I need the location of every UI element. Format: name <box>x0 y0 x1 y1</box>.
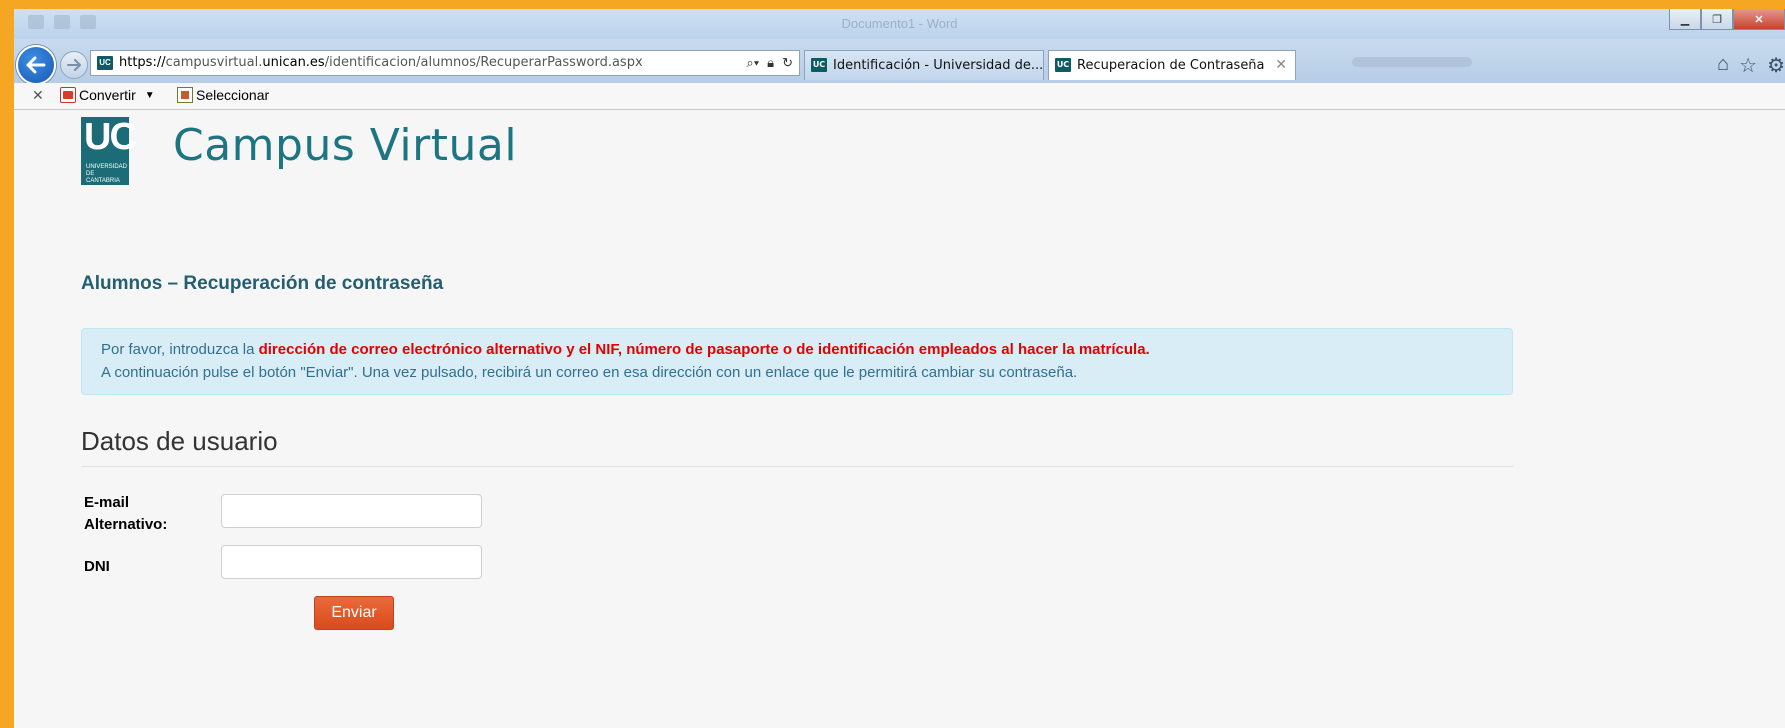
alert-line1-emphasis: dirección de correo electrónico alternat… <box>258 341 1150 358</box>
restore-button[interactable]: ❐ <box>1701 9 1733 30</box>
seleccionar-button[interactable]: Seleccionar <box>177 87 269 103</box>
submit-button[interactable]: Enviar <box>314 596 394 630</box>
tab-favicon-icon: UC <box>1055 58 1071 72</box>
dni-label: DNI <box>84 558 110 575</box>
minimize-icon: ▁ <box>1680 13 1690 26</box>
forward-arrow-icon <box>67 59 81 71</box>
window-title: Documento1 - Word <box>841 16 958 31</box>
tab-label: Recuperacion de Contraseña <box>1077 58 1265 73</box>
convertir-menu[interactable]: Convertir ▼ <box>60 87 155 103</box>
tab-favicon-icon: UC <box>811 58 827 72</box>
email-label: E-mail Alternativo: <box>84 494 168 533</box>
alert-line1: Por favor, introduzca la dirección de co… <box>101 338 1493 361</box>
form-heading: Datos de usuario <box>81 426 278 456</box>
email-field[interactable] <box>221 494 482 528</box>
url-subdomain: campusvirtual. <box>165 55 263 70</box>
dni-field[interactable] <box>221 545 482 579</box>
close-window-button[interactable]: ✕ <box>1733 9 1785 30</box>
browser-window: Documento1 - Word ▁ ❐ ✕ UC https://campu… <box>14 9 1785 728</box>
alert-line1-prefix: Por favor, introduzca la <box>101 341 259 358</box>
site-title[interactable]: Campus Virtual <box>173 120 517 171</box>
logo-subtitle-line1: UNIVERSIDAD <box>86 164 128 170</box>
info-alert: Por favor, introduzca la dirección de co… <box>81 328 1513 395</box>
home-icon[interactable]: ⌂ <box>1717 53 1729 78</box>
tab-recuperacion[interactable]: UC Recuperacion de Contraseña ✕ <box>1048 50 1296 80</box>
browser-toolbar-right: ⌂ ☆ ⚙ <box>1717 53 1785 78</box>
page-content: UC UNIVERSIDAD DE CANTABRIA Campus Virtu… <box>14 110 1785 728</box>
navigation-bar: UC https://campusvirtual.unican.es/ident… <box>14 39 1785 85</box>
close-tab-icon[interactable]: ✕ <box>1275 57 1287 73</box>
pdf-convert-icon <box>60 87 76 103</box>
gear-icon[interactable]: ⚙ <box>1767 53 1785 78</box>
tab-identificacion[interactable]: UC Identificación - Universidad de... <box>804 50 1044 80</box>
title-bar: Documento1 - Word ▁ ❐ ✕ <box>14 9 1785 39</box>
close-icon: ✕ <box>1754 13 1764 26</box>
convertir-label: Convertir <box>79 87 136 103</box>
user-name-blurred <box>1352 57 1472 67</box>
address-tools: ⌕▾ 🔒︎ ↻ <box>746 55 793 71</box>
logo-subtitle-line2: DE CANTABRIA <box>86 171 120 184</box>
refresh-icon[interactable]: ↻ <box>782 55 793 71</box>
minimize-button[interactable]: ▁ <box>1669 9 1701 30</box>
window-controls: ▁ ❐ ✕ <box>1669 9 1785 30</box>
divider <box>81 466 1513 467</box>
back-button[interactable] <box>16 45 56 85</box>
tab-label: Identificación - Universidad de... <box>833 58 1044 73</box>
favorites-star-icon[interactable]: ☆ <box>1739 53 1757 78</box>
url-protocol: https:// <box>119 55 166 70</box>
chevron-down-icon: ▼ <box>144 89 155 101</box>
url-host: unican.es <box>262 55 325 70</box>
search-icon[interactable]: ⌕▾ <box>746 55 759 71</box>
uc-logo[interactable]: UC UNIVERSIDAD DE CANTABRIA <box>81 117 137 185</box>
select-icon <box>177 87 193 103</box>
logo-subtitle: UNIVERSIDAD DE CANTABRIA <box>86 164 129 185</box>
seleccionar-label: Seleccionar <box>196 87 270 103</box>
lock-icon[interactable]: 🔒︎ <box>767 55 774 71</box>
address-bar[interactable]: UC https://campusvirtual.unican.es/ident… <box>90 50 800 76</box>
command-bar: ✕ Convertir ▼ Seleccionar <box>14 83 1785 110</box>
logo-text: UC <box>84 116 137 158</box>
back-arrow-icon <box>26 56 46 74</box>
url-text[interactable]: https://campusvirtual.unican.es/identifi… <box>119 55 643 70</box>
close-toolbar-icon[interactable]: ✕ <box>32 87 44 104</box>
forward-button[interactable] <box>60 51 88 79</box>
restore-icon: ❐ <box>1712 13 1722 26</box>
section-heading: Alumnos – Recuperación de contraseña <box>81 273 444 294</box>
url-path: /identificacion/alumnos/RecuperarPasswor… <box>324 55 643 70</box>
alert-line2: A continuación pulse el botón "Enviar". … <box>101 364 1078 381</box>
site-favicon-icon: UC <box>97 56 113 70</box>
